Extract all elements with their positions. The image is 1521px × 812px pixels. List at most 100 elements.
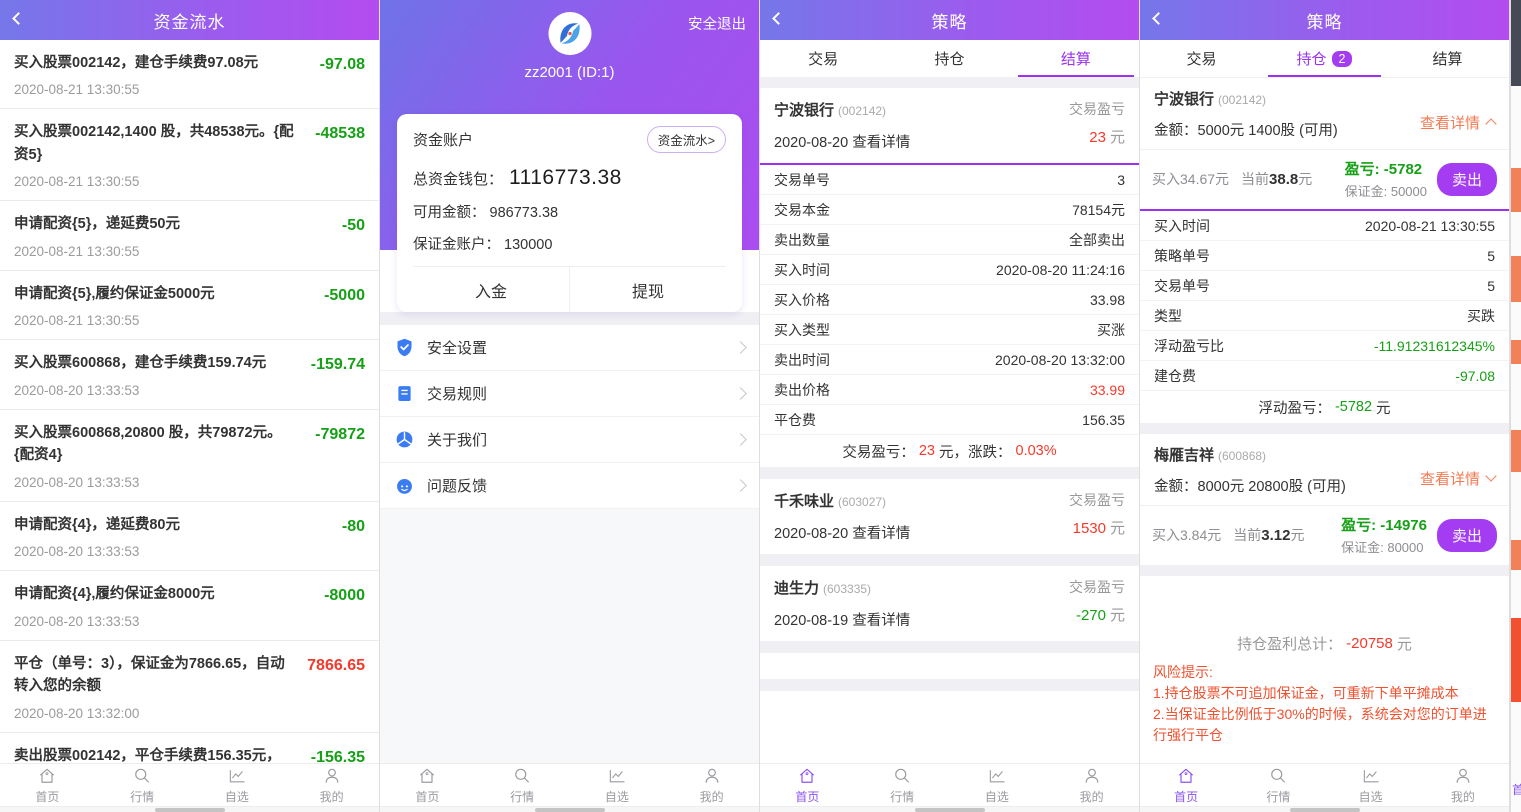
scrollbar-thumb[interactable] — [535, 808, 605, 812]
person-icon — [1453, 766, 1473, 786]
transaction-item: 卖出股票002142，平仓手续费156.35元，（保证 -156.35 — [0, 733, 379, 763]
detail-label: 卖出时间 — [774, 350, 830, 370]
nav-market[interactable]: 行情 — [95, 764, 190, 806]
nav-profile[interactable]: 我的 — [284, 764, 379, 806]
transaction-date: 2020-08-20 13:33:53 — [14, 475, 365, 490]
withdraw-button[interactable]: 提现 — [569, 267, 726, 312]
position-card-header: 宁波银行(002142) 金额：5000元 1400股 (可用) 查看详情 — [1140, 78, 1509, 149]
transaction-date: 2020-08-20 13:32:00 — [14, 706, 365, 721]
section-gap — [1140, 565, 1509, 576]
bottom-nav: 首页 行情 自选 我的 — [0, 763, 379, 806]
horizontal-scrollbar[interactable] — [760, 806, 1139, 812]
horizontal-scrollbar[interactable] — [0, 806, 379, 812]
page-title: 资金流水 — [154, 8, 226, 33]
account-content: 安全退出 zz2001 (ID:1) 资金账户 资金流水> — [380, 0, 759, 763]
page-title: 策略 — [932, 8, 968, 33]
menu-item-security[interactable]: 安全设置 — [380, 325, 759, 371]
position-pl: 盈亏: -5782 — [1345, 158, 1427, 179]
transaction-item: 申请配资{5}，递延费50元 -50 2020-08-21 13:30:55 — [0, 201, 379, 270]
fund-flow-content: 资金流水 买入股票002142，建仓手续费97.08元 -97.08 2020-… — [0, 0, 379, 763]
detail-row: 建仓费-97.08 — [1140, 361, 1509, 391]
view-details-toggle[interactable]: 查看详情 — [1420, 104, 1495, 140]
horizontal-scrollbar[interactable] — [380, 806, 759, 812]
pl-unit: 元 — [1110, 607, 1125, 624]
nav-profile[interactable]: 我的 — [1044, 764, 1139, 806]
view-details-link[interactable]: 查看详情 — [852, 135, 910, 151]
back-icon[interactable] — [12, 12, 25, 25]
menu-item-trade-rules[interactable]: 交易规则 — [380, 371, 759, 417]
detail-label: 策略单号 — [1154, 246, 1210, 266]
nav-profile[interactable]: 我的 — [664, 764, 759, 806]
margin-account-label: 保证金账户： — [413, 237, 500, 253]
detail-value: -11.91231612345% — [1374, 338, 1495, 354]
horizontal-scrollbar[interactable] — [1140, 806, 1509, 812]
scrollbar-thumb[interactable] — [155, 808, 225, 812]
chart-icon — [607, 766, 627, 786]
nav-home[interactable]: 首页 — [760, 764, 855, 806]
position-margin: 保证金: 50000 — [1345, 181, 1427, 200]
settlement-summary: 交易盈亏： 23 元，涨跌： 0.03% — [760, 435, 1139, 467]
detail-value: 2020-08-20 13:32:00 — [995, 352, 1125, 368]
view-details-label: 查看详情 — [1420, 468, 1480, 489]
detail-row: 平仓费156.35 — [760, 405, 1139, 435]
tab-positions[interactable]: 持仓 — [886, 40, 1012, 77]
sell-button[interactable]: 卖出 — [1437, 163, 1497, 196]
transaction-text: 买入股票600868,20800 股，共79872元。{配资4} — [14, 422, 365, 467]
summary-change-value: 0.03% — [1016, 443, 1057, 459]
sell-button[interactable]: 卖出 — [1437, 519, 1497, 552]
view-details-link[interactable]: 查看详情 — [852, 526, 910, 542]
tab-positions[interactable]: 持仓 2 — [1263, 40, 1386, 77]
transaction-amount: -48538 — [315, 125, 365, 143]
tab-settlement[interactable]: 结算 — [1013, 40, 1139, 77]
available-label: 可用金额： — [413, 205, 486, 221]
back-icon[interactable] — [772, 12, 785, 25]
strategy-header: 策略 — [1140, 0, 1509, 40]
summary-value: -5782 — [1335, 399, 1372, 415]
nav-watchlist[interactable]: 自选 — [190, 764, 285, 806]
chevron-up-icon — [1485, 118, 1496, 129]
position-card-header: 梅雁吉祥(600868) 金额：8000元 20800股 (可用) 查看详情 — [1140, 434, 1509, 505]
view-details-toggle[interactable]: 查看详情 — [1420, 460, 1495, 496]
nav-watchlist[interactable]: 自选 — [1325, 764, 1417, 806]
nav-market[interactable]: 行情 — [855, 764, 950, 806]
detail-value: 全部卖出 — [1069, 230, 1125, 250]
logout-button[interactable]: 安全退出 — [688, 13, 746, 34]
tab-trade[interactable]: 交易 — [1140, 40, 1263, 77]
menu-item-feedback[interactable]: 问题反馈 — [380, 463, 759, 509]
tab-settlement[interactable]: 结算 — [1386, 40, 1509, 77]
transaction-item: 申请配资{4}，递延费80元 -80 2020-08-20 13:33:53 — [0, 502, 379, 571]
nav-home[interactable]: 首页 — [1140, 764, 1232, 806]
transaction-amount: -79872 — [315, 426, 365, 444]
transaction-text: 申请配资{4}，递延费80元 — [14, 514, 365, 536]
view-details-link[interactable]: 查看详情 — [852, 613, 910, 629]
deposit-button[interactable]: 入金 — [413, 267, 569, 312]
tab-trade[interactable]: 交易 — [760, 40, 886, 77]
nav-market[interactable]: 行情 — [475, 764, 570, 806]
transaction-date: 2020-08-20 13:33:53 — [14, 383, 365, 398]
scrollbar-thumb[interactable] — [915, 808, 985, 812]
detail-row: 买入价格33.98 — [760, 285, 1139, 315]
empty-area — [1140, 746, 1509, 763]
nav-home[interactable]: 首页 — [0, 764, 95, 806]
nav-watchlist[interactable]: 自选 — [950, 764, 1045, 806]
position-card-subrow: 买入3.84元 当前3.12元 盈亏: -14976 保证金: 80000 卖出 — [1140, 505, 1509, 565]
scrollbar-thumb[interactable] — [1290, 808, 1360, 812]
transaction-item: 买入股票600868，建仓手续费159.74元 -159.74 2020-08-… — [0, 340, 379, 409]
nav-market[interactable]: 行情 — [1232, 764, 1324, 806]
back-icon[interactable] — [1152, 12, 1165, 25]
nav-label: 首页 — [35, 788, 59, 805]
transaction-text: 申请配资{4},履约保证金8000元 — [14, 583, 365, 605]
nav-home[interactable]: 首页 — [380, 764, 475, 806]
detail-label: 买入价格 — [774, 290, 830, 310]
stock-code: (603027) — [838, 495, 886, 509]
total-wallet-label: 总资金钱包： — [413, 168, 503, 189]
nav-profile[interactable]: 我的 — [1417, 764, 1509, 806]
search-icon — [892, 766, 912, 786]
nav-label: 自选 — [225, 788, 249, 805]
nav-watchlist[interactable]: 自选 — [570, 764, 665, 806]
fund-flow-link[interactable]: 资金流水> — [647, 126, 726, 153]
menu-item-about-us[interactable]: 关于我们 — [380, 417, 759, 463]
funds-card: 资金账户 资金流水> 总资金钱包： 1116773.38 可用金额： 98677… — [397, 114, 742, 312]
pl-label: 交易盈亏 — [1069, 577, 1125, 597]
menu-label: 安全设置 — [427, 337, 736, 358]
